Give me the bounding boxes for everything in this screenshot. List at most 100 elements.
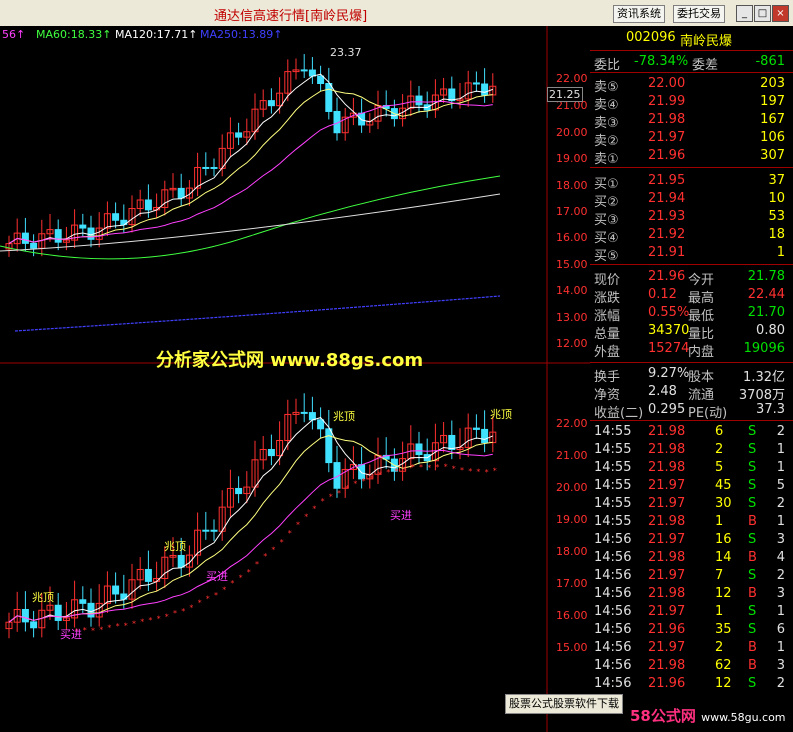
candle-body [21, 232, 29, 244]
tick-row: 14:56 21.96 35 S 6 [594, 622, 785, 637]
candle-body [79, 599, 87, 604]
fin-row: 净资 2.48 流通 3708万 [594, 384, 785, 403]
upper-axis-tick: 19.00 [556, 152, 588, 165]
minimize-icon[interactable]: _ [736, 5, 753, 22]
signal-buy-2: 买进 [206, 570, 228, 583]
lower-axis-tick: 19.00 [556, 513, 588, 526]
trail-dot: * [140, 617, 144, 626]
signal-top-2: 兆顶 [164, 540, 186, 553]
stock-code: 002096 [626, 30, 676, 45]
fin-row: 收益(二) 0.295 PE(动) 37.3 [594, 402, 785, 421]
trail-dot: * [124, 621, 128, 630]
ma-legend-2: MA60:18.33↑ [36, 28, 112, 41]
trail-dot: * [173, 609, 177, 618]
trail-dot: * [476, 467, 480, 476]
trail-dot: * [312, 505, 316, 514]
tick-row: 14:56 21.96 12 S 2 [594, 676, 785, 691]
trail-dot: * [206, 595, 210, 604]
candle-body [202, 529, 210, 532]
candle-body [481, 428, 489, 444]
trail-dot: * [148, 616, 152, 625]
peak-label: 23.37 [330, 46, 362, 59]
candle-body [235, 487, 243, 495]
tick-row: 14:56 21.98 12 B 3 [594, 586, 785, 601]
candle-body [448, 88, 456, 102]
trail-dot: * [99, 625, 103, 634]
info-system-button[interactable]: 资讯系统 [613, 5, 665, 23]
signal-top-3: 兆顶 [333, 410, 355, 423]
candle-body [448, 434, 456, 451]
lower-axis-tick: 17.00 [556, 577, 588, 590]
trail-dot: * [280, 538, 284, 547]
trail-dot: * [230, 579, 234, 588]
upper-axis-tick: 13.00 [556, 311, 588, 324]
quote-header: 002096 南岭民爆 [590, 26, 793, 50]
trail-dot: * [296, 520, 300, 529]
tick-row: 14:56 21.98 62 B 3 [594, 658, 785, 673]
candle-body [235, 132, 243, 138]
ask-row: 卖② 21.97 106 [594, 130, 785, 149]
bid-row: 买① 21.95 37 [594, 173, 785, 192]
kline-chart[interactable]: 22.00 21.00 20.00 19.00 18.00 17.00 16.00 15.00… [0, 26, 590, 732]
upper-axis-tick: 15.00 [556, 258, 588, 271]
candle-body [112, 213, 120, 221]
candle-body [177, 187, 185, 199]
fin-row: 换手 9.27% 股本 1.32亿 [594, 366, 785, 385]
trail-dot: * [370, 474, 374, 483]
candle-body [87, 602, 95, 618]
trail-dot: * [460, 466, 464, 475]
trail-dot: * [304, 513, 308, 522]
candle-body [144, 568, 152, 582]
close-icon[interactable]: × [772, 5, 789, 22]
current-price-tag: 21.25 [547, 87, 583, 102]
tick-row: 14:56 21.98 14 B 4 [594, 550, 785, 565]
candle-body [210, 529, 218, 532]
trail-dot: * [485, 468, 489, 477]
lower-axis-tick: 16.00 [556, 609, 588, 622]
candle-body [308, 69, 316, 77]
maximize-icon[interactable]: □ [754, 5, 771, 22]
candle-body [210, 166, 218, 169]
candle-body [481, 83, 489, 96]
stock-name: 南岭民爆 [680, 34, 733, 49]
trail-dot: * [452, 464, 456, 473]
candle-body [144, 199, 152, 211]
trail-dot: * [181, 607, 185, 616]
window-title: 通达信高速行情[南岭民爆] [214, 9, 368, 24]
trail-dot: * [435, 463, 439, 472]
lower-axis-tick: 20.00 [556, 481, 588, 494]
bid-row: 买② 21.94 10 [594, 191, 785, 210]
stat-row: 涨跌 0.12 最高 22.44 [594, 287, 785, 306]
download-banner[interactable]: 股票公式股票软件下载 [505, 694, 623, 714]
trail-dot: * [362, 477, 366, 486]
trail-dot: * [165, 612, 169, 621]
trail-dot: * [247, 568, 251, 577]
tick-row: 14:55 21.97 30 S 2 [594, 496, 785, 511]
candle-body [300, 411, 308, 414]
candle-body [177, 554, 185, 568]
lower-axis-tick: 18.00 [556, 545, 588, 558]
trail-dot: * [394, 467, 398, 476]
lower-axis-tick: 22.00 [556, 417, 588, 430]
trail-dot: * [419, 463, 423, 472]
candle-body [317, 75, 325, 85]
candle-body [472, 427, 480, 430]
candle-body [30, 621, 38, 629]
upper-axis-tick: 17.00 [556, 205, 588, 218]
ask-row: 卖③ 21.98 167 [594, 112, 785, 131]
trail-dot: * [271, 546, 275, 555]
trail-dot: * [255, 560, 259, 569]
trail-dot: * [239, 574, 243, 583]
stat-row: 涨幅 0.55% 最低 21.70 [594, 305, 785, 324]
trail-dot: * [198, 599, 202, 608]
candle-body [300, 69, 308, 72]
trade-button[interactable]: 委托交易 [673, 5, 725, 23]
tick-row: 14:55 21.97 45 S 5 [594, 478, 785, 493]
ask-row: 卖⑤ 22.00 203 [594, 76, 785, 95]
tick-row: 14:56 21.97 7 S 2 [594, 568, 785, 583]
trail-dot: * [157, 615, 161, 624]
trail-dot: * [116, 622, 120, 631]
trail-dot: * [493, 467, 497, 476]
trail-dot: * [263, 552, 267, 561]
tick-row: 14:55 21.98 6 S 2 [594, 424, 785, 439]
